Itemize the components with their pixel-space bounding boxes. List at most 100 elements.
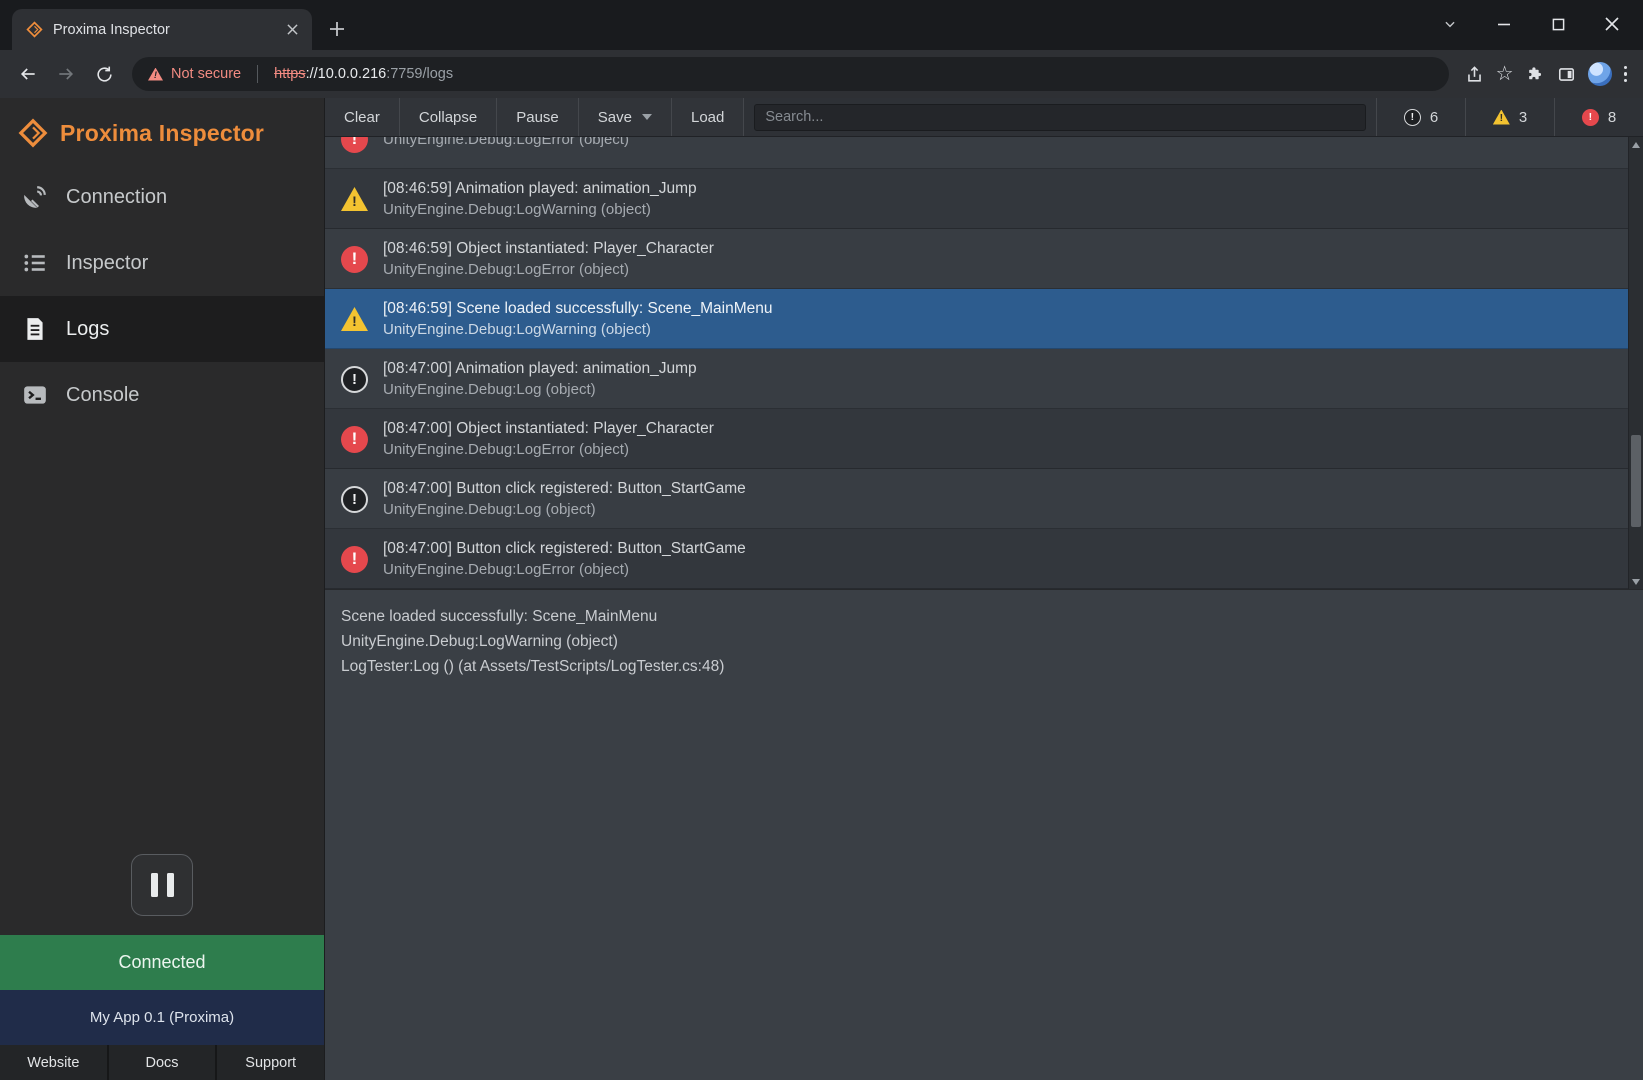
window-controls (1423, 2, 1639, 46)
log-message: [08:47:00] Animation played: animation_J… (383, 358, 697, 379)
new-tab-button[interactable] (322, 14, 352, 44)
forward-button[interactable] (48, 56, 84, 92)
sidebar-item-logs[interactable]: Logs (0, 296, 324, 362)
logs-toolbar: Clear Collapse Pause Save Load ! 6 ! 3 !… (325, 98, 1643, 137)
url-host: 10.0.0.216 (318, 66, 387, 82)
url-omnibox[interactable]: ! Not secure https://10.0.0.216:7759/log… (132, 57, 1449, 91)
search-input[interactable] (754, 104, 1366, 131)
info-icon: ! (1404, 109, 1421, 126)
browser-window: Proxima Inspector (0, 0, 1643, 1080)
url-text: https://10.0.0.216:7759/logs (274, 66, 453, 82)
log-row[interactable]: ! [08:47:00] Animation played: animation_… (325, 349, 1628, 409)
info-icon: ! (341, 366, 368, 393)
load-button[interactable]: Load (672, 98, 744, 136)
log-row[interactable]: !UnityEngine.Debug:LogError (object) (325, 137, 1628, 169)
warning-count: 3 (1519, 109, 1527, 126)
log-row[interactable]: ![08:46:59] Animation played: animation_… (325, 169, 1628, 229)
detail-line: LogTester:Log () (at Assets/TestScripts/… (341, 654, 1627, 679)
log-row[interactable]: ! [08:46:59] Scene loaded successfully: S… (325, 289, 1628, 349)
pause-stream-button[interactable] (131, 854, 193, 916)
window-minimize-button[interactable] (1477, 2, 1531, 46)
browser-tab[interactable]: Proxima Inspector (12, 9, 312, 50)
omnibox-divider (257, 65, 258, 83)
website-link[interactable]: Website (0, 1045, 107, 1080)
log-detail: Scene loaded successfully: Scene_MainMen… (325, 589, 1643, 1080)
sidebar-item-label: Logs (66, 318, 109, 341)
clear-button-label: Clear (344, 109, 380, 126)
warning-count-filter[interactable]: ! 3 (1465, 98, 1554, 136)
pause-button[interactable]: Pause (497, 98, 579, 136)
window-maximize-button[interactable] (1531, 2, 1585, 46)
tab-close-icon[interactable] (282, 20, 302, 40)
log-source: UnityEngine.Debug:Log (object) (383, 379, 697, 400)
reload-button[interactable] (86, 56, 122, 92)
sidebar-item-inspector[interactable]: Inspector (0, 230, 324, 296)
log-row[interactable]: ![08:47:00] Button click registered: But… (325, 469, 1628, 529)
tab-title: Proxima Inspector (53, 22, 272, 38)
error-icon: ! (341, 137, 368, 153)
docs-link[interactable]: Docs (109, 1045, 216, 1080)
address-bar-actions: ☆ (1459, 62, 1633, 86)
profile-avatar[interactable] (1588, 62, 1612, 86)
extensions-puzzle-icon[interactable] (1526, 65, 1545, 84)
not-secure-warning-icon: ! (148, 68, 163, 81)
side-panel-icon[interactable] (1557, 65, 1576, 84)
scroll-down-icon[interactable] (1629, 574, 1643, 589)
log-message: [08:46:59] Scene loaded successfully: Sc… (383, 298, 772, 319)
scrollbar-thumb[interactable] (1631, 435, 1641, 527)
sidebar-item-label: Connection (66, 186, 167, 209)
warning-icon: ! (341, 307, 368, 331)
log-message: [08:47:00] Object instantiated: Player_C… (383, 418, 714, 439)
sidebar-item-connection[interactable]: Connection (0, 164, 324, 230)
terminal-icon (22, 382, 48, 408)
log-row[interactable]: ![08:47:00] Object instantiated: Player_… (325, 409, 1628, 469)
url-separator: :// (306, 66, 318, 82)
log-area: !UnityEngine.Debug:LogError (object)![08… (325, 137, 1643, 589)
error-count-filter[interactable]: ! 8 (1554, 98, 1643, 136)
log-scrollbar[interactable] (1628, 137, 1643, 589)
url-scheme: https (274, 66, 305, 82)
log-source: UnityEngine.Debug:Log (object) (383, 499, 746, 520)
sidebar-item-console[interactable]: Console (0, 362, 324, 428)
log-message: [08:47:00] Button click registered: Butt… (383, 478, 746, 499)
browser-menu-icon[interactable] (1624, 66, 1628, 83)
info-count-filter[interactable]: ! 6 (1376, 98, 1465, 136)
log-source: UnityEngine.Debug:LogError (object) (383, 259, 714, 280)
error-icon: ! (1582, 109, 1599, 126)
collapse-button-label: Collapse (419, 109, 477, 126)
log-message: [08:47:00] Button click registered: Butt… (383, 538, 746, 559)
window-close-button[interactable] (1585, 2, 1639, 46)
detail-line: Scene loaded successfully: Scene_MainMen… (341, 604, 1627, 629)
search-container (744, 98, 1376, 136)
collapse-button[interactable]: Collapse (400, 98, 497, 136)
share-icon[interactable] (1465, 65, 1484, 84)
log-row[interactable]: ![08:46:59] Object instantiated: Player_… (325, 229, 1628, 289)
sidebar-item-label: Inspector (66, 252, 148, 275)
back-button[interactable] (10, 56, 46, 92)
sidebar-nav: Connection Inspector (0, 164, 324, 428)
clear-button[interactable]: Clear (325, 98, 400, 136)
url-path: :7759/logs (386, 66, 453, 82)
error-icon: ! (341, 546, 368, 573)
list-icon (22, 250, 48, 276)
proxima-favicon-icon (26, 21, 43, 38)
app-logo: Proxima Inspector (0, 98, 324, 164)
log-message: [08:46:59] Object instantiated: Player_C… (383, 238, 714, 259)
proxima-diamond-icon (18, 118, 48, 148)
log-list: !UnityEngine.Debug:LogError (object)![08… (325, 137, 1628, 589)
save-button[interactable]: Save (579, 98, 672, 136)
sidebar-item-label: Console (66, 384, 139, 407)
warning-icon: ! (1493, 110, 1510, 125)
tab-search-chevron-icon[interactable] (1423, 2, 1477, 46)
support-link[interactable]: Support (217, 1045, 324, 1080)
bookmark-star-icon[interactable]: ☆ (1496, 64, 1514, 84)
document-icon (22, 316, 48, 342)
sidebar-footer: Website Docs Support (0, 1045, 324, 1080)
log-source: UnityEngine.Debug:LogWarning (object) (383, 199, 697, 220)
log-row[interactable]: ! [08:47:00] Button click registered: But… (325, 529, 1628, 589)
logs-panel: Clear Collapse Pause Save Load ! 6 ! 3 !… (325, 98, 1643, 1080)
scroll-up-icon[interactable] (1629, 137, 1643, 152)
sidebar: Proxima Inspector Connection (0, 98, 325, 1080)
pause-button-label: Pause (516, 109, 559, 126)
save-dropdown-caret-icon[interactable] (642, 114, 652, 120)
